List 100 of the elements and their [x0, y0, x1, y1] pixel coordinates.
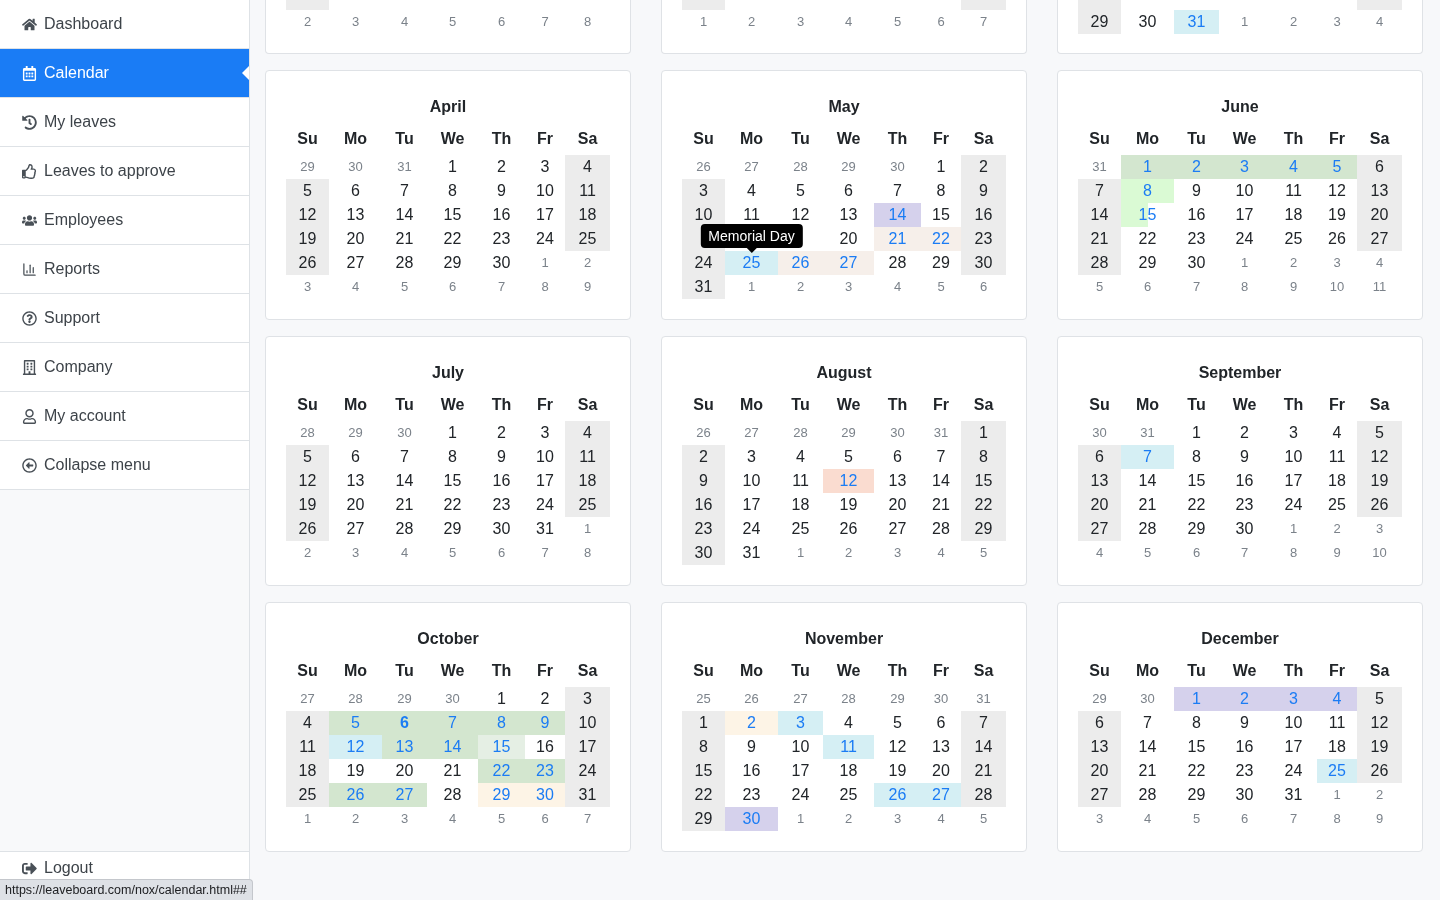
- calendar-day[interactable]: 20: [1078, 493, 1121, 517]
- calendar-day[interactable]: 1: [286, 807, 329, 831]
- calendar-day[interactable]: 2: [478, 421, 525, 445]
- calendar-day[interactable]: 26: [823, 517, 874, 541]
- calendar-day[interactable]: 24: [565, 759, 610, 783]
- calendar-day[interactable]: 30: [921, 687, 961, 711]
- calendar-day[interactable]: 6: [329, 179, 382, 203]
- calendar-day[interactable]: 30: [961, 251, 1006, 275]
- calendar-day[interactable]: 7: [874, 179, 921, 203]
- calendar-day[interactable]: 11: [778, 469, 823, 493]
- calendar-day[interactable]: 26: [682, 421, 725, 445]
- calendar-day[interactable]: 26: [286, 251, 329, 275]
- calendar-day[interactable]: 16: [1174, 203, 1219, 227]
- calendar-day[interactable]: 3: [1317, 10, 1357, 34]
- calendar-day[interactable]: 1: [778, 541, 823, 565]
- calendar-day[interactable]: 3: [329, 541, 382, 565]
- calendar-day[interactable]: 2: [682, 445, 725, 469]
- calendar-day[interactable]: 7: [565, 807, 610, 831]
- calendar-day[interactable]: 7: [525, 541, 565, 565]
- calendar-day[interactable]: 4: [565, 155, 610, 179]
- calendar-day[interactable]: 10: [1270, 445, 1317, 469]
- calendar-day[interactable]: 17: [1219, 203, 1270, 227]
- calendar-day[interactable]: 27: [725, 155, 778, 179]
- calendar-day[interactable]: 10: [682, 203, 725, 227]
- calendar-day[interactable]: 7: [382, 445, 427, 469]
- calendar-day[interactable]: 14: [1078, 203, 1121, 227]
- calendar-day[interactable]: 1: [1219, 251, 1270, 275]
- calendar-day[interactable]: 27: [329, 517, 382, 541]
- calendar-day[interactable]: 29: [823, 155, 874, 179]
- calendar-day[interactable]: 7: [525, 10, 565, 34]
- calendar-day[interactable]: 19: [286, 493, 329, 517]
- calendar-day[interactable]: 2: [823, 541, 874, 565]
- calendar-day[interactable]: 29: [921, 251, 961, 275]
- calendar-day[interactable]: 30: [1219, 783, 1270, 807]
- calendar-day[interactable]: 6: [921, 10, 961, 34]
- calendar-day[interactable]: 10: [1357, 541, 1402, 565]
- calendar-day[interactable]: 8: [1219, 275, 1270, 299]
- calendar-day[interactable]: 16: [478, 469, 525, 493]
- calendar-day[interactable]: 29: [427, 251, 478, 275]
- calendar-day[interactable]: 2: [1270, 10, 1317, 34]
- calendar-day[interactable]: 2: [1317, 517, 1357, 541]
- calendar-day[interactable]: 3: [682, 179, 725, 203]
- calendar-day[interactable]: 9: [478, 179, 525, 203]
- calendar-day[interactable]: 3: [286, 275, 329, 299]
- calendar-day[interactable]: 12: [286, 469, 329, 493]
- calendar-day[interactable]: 6: [1357, 155, 1402, 179]
- calendar-day[interactable]: 29: [1078, 687, 1121, 711]
- calendar-day[interactable]: 15: [427, 203, 478, 227]
- calendar-day[interactable]: 8: [427, 179, 478, 203]
- calendar-day[interactable]: 26: [1317, 227, 1357, 251]
- calendar-day[interactable]: 5: [427, 541, 478, 565]
- calendar-day[interactable]: 11: [725, 203, 778, 227]
- calendar-day[interactable]: 4: [874, 275, 921, 299]
- calendar-day[interactable]: 25: [1270, 227, 1317, 251]
- calendar-day[interactable]: 17: [725, 493, 778, 517]
- calendar-day[interactable]: 11: [565, 179, 610, 203]
- calendar-day[interactable]: 29: [823, 421, 874, 445]
- calendar-day[interactable]: 7: [961, 10, 1006, 34]
- calendar-day[interactable]: 13: [823, 203, 874, 227]
- calendar-day[interactable]: 11: [565, 445, 610, 469]
- logout-button[interactable]: Logout: [20, 858, 93, 878]
- calendar-day[interactable]: 13: [1078, 469, 1121, 493]
- calendar-day[interactable]: 31: [1078, 155, 1121, 179]
- calendar-day[interactable]: 30: [874, 421, 921, 445]
- calendar-day[interactable]: 1: [1270, 517, 1317, 541]
- calendar-day[interactable]: 6: [525, 807, 565, 831]
- calendar-day[interactable]: 7: [382, 179, 427, 203]
- calendar-day[interactable]: 6: [427, 275, 478, 299]
- calendar-day[interactable]: 17: [525, 203, 565, 227]
- calendar-day[interactable]: 29: [1174, 783, 1219, 807]
- calendar-day[interactable]: 10: [525, 445, 565, 469]
- calendar-day[interactable]: 20: [823, 227, 874, 251]
- calendar-day[interactable]: 18: [286, 759, 329, 783]
- calendar-day[interactable]: 2: [725, 711, 778, 735]
- calendar-day[interactable]: 4: [1357, 251, 1402, 275]
- calendar-day[interactable]: 28: [1121, 517, 1174, 541]
- calendar-day[interactable]: 10: [725, 469, 778, 493]
- calendar-day[interactable]: 11: [1357, 275, 1402, 299]
- calendar-day[interactable]: 28: [382, 517, 427, 541]
- calendar-day[interactable]: 25: [682, 687, 725, 711]
- calendar-day[interactable]: 2: [725, 10, 778, 34]
- calendar-day[interactable]: 6: [1078, 445, 1121, 469]
- calendar-day[interactable]: 28: [778, 421, 823, 445]
- calendar-day[interactable]: 10: [1219, 179, 1270, 203]
- calendar-day[interactable]: 22: [427, 493, 478, 517]
- calendar-day[interactable]: 13: [1357, 179, 1402, 203]
- calendar-day[interactable]: 30: [427, 687, 478, 711]
- calendar-day[interactable]: 7: [961, 711, 1006, 735]
- calendar-day[interactable]: 4: [565, 421, 610, 445]
- calendar-day[interactable]: 30: [478, 251, 525, 275]
- calendar-day[interactable]: 31: [1270, 783, 1317, 807]
- calendar-day[interactable]: 1: [525, 251, 565, 275]
- calendar-day[interactable]: 8: [1174, 711, 1219, 735]
- calendar-day[interactable]: 12: [1317, 179, 1357, 203]
- calendar-day[interactable]: 21: [1078, 227, 1121, 251]
- calendar-day[interactable]: 19: [329, 759, 382, 783]
- calendar-day[interactable]: 6: [1219, 807, 1270, 831]
- calendar-day[interactable]: 26: [682, 155, 725, 179]
- calendar-day[interactable]: 29: [1078, 10, 1121, 34]
- calendar-day[interactable]: 24: [525, 493, 565, 517]
